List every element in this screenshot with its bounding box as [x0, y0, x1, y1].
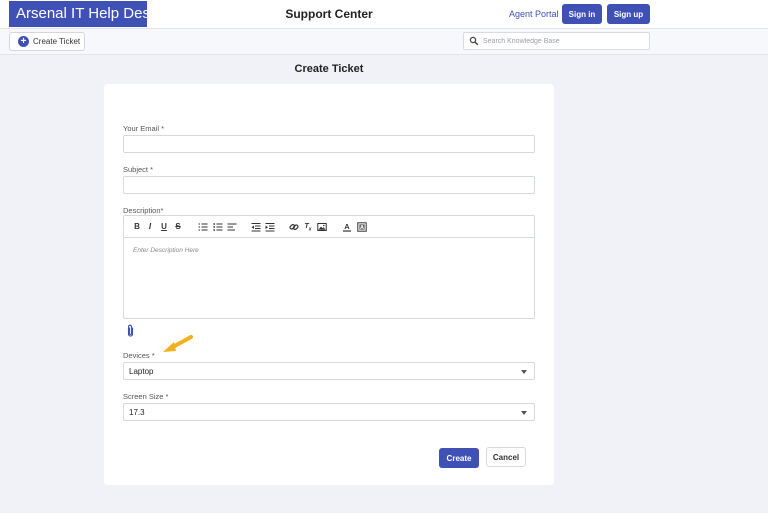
page-title: Create Ticket [294, 63, 364, 75]
description-editor[interactable]: B I U S Tx A A Enter Description Here [123, 215, 535, 319]
create-ticket-button[interactable]: + Create Ticket [9, 32, 85, 51]
underline-icon[interactable]: U [159, 222, 169, 232]
font-color-icon[interactable]: A [342, 222, 352, 232]
email-field[interactable] [123, 135, 535, 153]
subject-label: Subject * [123, 165, 154, 174]
ordered-list-icon[interactable] [198, 222, 208, 232]
bullet-list-icon[interactable] [213, 222, 223, 232]
strikethrough-icon[interactable]: S [173, 222, 183, 232]
devices-select[interactable]: Laptop [123, 362, 535, 380]
svg-text:A: A [344, 222, 350, 231]
chevron-down-icon [521, 370, 527, 374]
screen-size-label: Screen Size * [123, 392, 169, 401]
link-icon[interactable] [289, 222, 299, 232]
screen-size-select[interactable]: 17.3 [123, 403, 535, 421]
email-label: Your Email * [123, 124, 164, 133]
search-icon [469, 36, 479, 46]
plus-circle-icon: + [18, 36, 29, 47]
background-color-icon[interactable]: A [357, 222, 367, 232]
bold-icon[interactable]: B [132, 222, 142, 232]
arrow-icon [163, 335, 193, 352]
indent-icon[interactable] [265, 222, 275, 232]
align-left-icon[interactable] [227, 222, 237, 232]
create-button[interactable]: Create [439, 448, 479, 468]
agent-portal-link[interactable]: Agent Portal [509, 9, 559, 19]
clear-format-icon[interactable]: Tx [303, 222, 313, 232]
chevron-down-icon [521, 411, 527, 415]
svg-text:A: A [360, 225, 364, 231]
top-header: Arsenal IT Help Desk Support Center Agen… [0, 0, 768, 28]
editor-toolbar: B I U S Tx A A [124, 216, 534, 238]
description-placeholder: Enter Description Here [133, 247, 199, 254]
sign-in-button[interactable]: Sign in [562, 4, 602, 24]
outdent-icon[interactable] [251, 222, 261, 232]
italic-icon[interactable]: I [145, 222, 155, 232]
sub-toolbar: + Create Ticket [0, 28, 768, 55]
screen-size-value: 17.3 [129, 408, 145, 417]
cancel-button[interactable]: Cancel [486, 447, 526, 467]
knowledge-search-box[interactable] [463, 32, 650, 50]
devices-label: Devices * [123, 351, 155, 360]
search-input[interactable] [483, 34, 643, 48]
subject-field[interactable] [123, 176, 535, 194]
sign-up-button[interactable]: Sign up [607, 4, 650, 24]
create-ticket-label: Create Ticket [33, 37, 81, 46]
paperclip-icon[interactable] [126, 324, 135, 337]
devices-value: Laptop [129, 367, 154, 376]
description-label: Description* [123, 206, 164, 215]
site-title: Support Center [285, 7, 373, 21]
image-icon[interactable] [317, 222, 327, 232]
ticket-form-card: Your Email * Subject * Description* B I … [104, 84, 554, 485]
